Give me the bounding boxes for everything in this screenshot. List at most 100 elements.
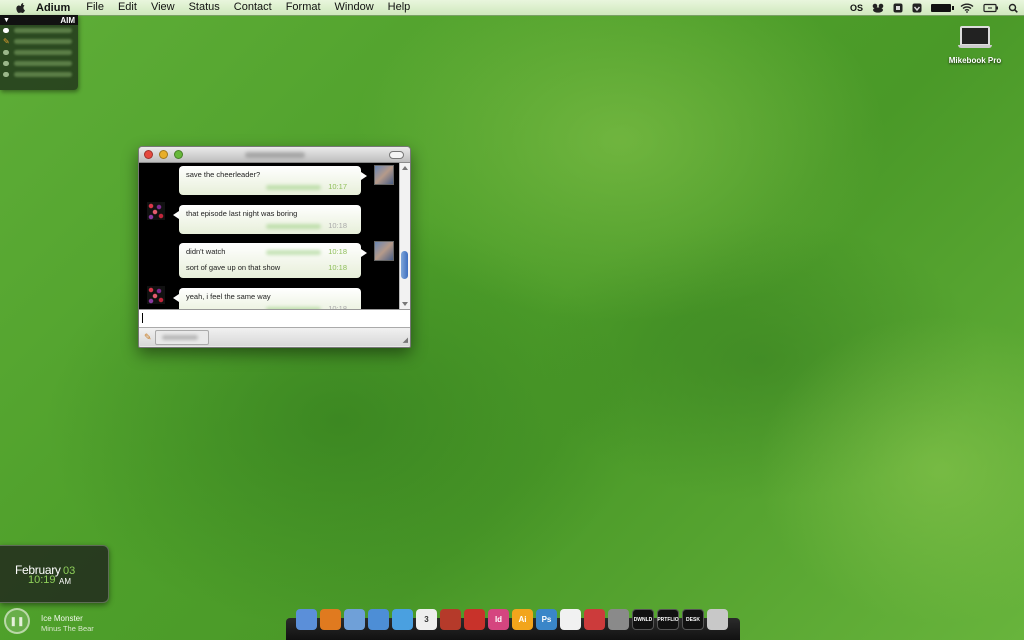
message-meta: 10:18 bbox=[179, 301, 361, 309]
contact-row[interactable]: ✎ bbox=[0, 36, 78, 47]
illustrator-icon[interactable]: Ai bbox=[512, 609, 533, 630]
scroll-up-arrow-icon[interactable] bbox=[402, 166, 408, 170]
itunes-icon[interactable] bbox=[368, 609, 389, 630]
menu-bar: Adium File Edit View Status Contact Form… bbox=[0, 0, 1024, 16]
toolbar-toggle-button[interactable] bbox=[389, 151, 404, 159]
menu-contact[interactable]: Contact bbox=[234, 0, 272, 15]
menu-view[interactable]: View bbox=[151, 0, 175, 15]
transcript-scrollbar[interactable] bbox=[399, 163, 410, 309]
tweetdeck-icon[interactable] bbox=[893, 3, 903, 13]
flash-icon[interactable] bbox=[464, 609, 485, 630]
os-icon[interactable]: OS bbox=[850, 3, 863, 13]
message-text: save the cheerleader? bbox=[186, 170, 261, 179]
message-text: yeah, i feel the same way bbox=[186, 292, 271, 301]
message-timestamp: 10:18 bbox=[328, 304, 347, 309]
acrobat-icon[interactable] bbox=[560, 609, 581, 630]
message-meta: 10:17 bbox=[179, 179, 361, 195]
shield-icon[interactable] bbox=[912, 3, 922, 13]
photo-icon[interactable] bbox=[440, 609, 461, 630]
resize-grip-icon[interactable]: ◢ bbox=[403, 336, 408, 344]
blurred-contact-name bbox=[14, 72, 72, 77]
contact-row[interactable] bbox=[0, 69, 78, 80]
chat-tab[interactable] bbox=[155, 330, 209, 345]
contact-row[interactable] bbox=[0, 25, 78, 36]
blurred-sender bbox=[266, 224, 321, 229]
scroll-thumb[interactable] bbox=[401, 251, 408, 279]
clock-widget: February 03 10:19 AM bbox=[0, 545, 109, 603]
menu-window[interactable]: Window bbox=[335, 0, 374, 15]
message-line: sort of gave up on that show 10:18 bbox=[179, 260, 361, 276]
disclosure-triangle-icon[interactable]: ▼ bbox=[3, 17, 10, 24]
message-line: didn't watch 10:18 bbox=[179, 244, 361, 260]
ichat-icon[interactable] bbox=[392, 609, 413, 630]
contact-row[interactable] bbox=[0, 58, 78, 69]
scroll-down-arrow-icon[interactable] bbox=[402, 302, 408, 306]
menu-app-name[interactable]: Adium bbox=[36, 2, 70, 14]
message-meta: 10:18 bbox=[179, 218, 361, 234]
spotlight-icon[interactable] bbox=[1008, 3, 1018, 13]
my-avatar bbox=[374, 241, 394, 261]
menu-edit[interactable]: Edit bbox=[118, 0, 137, 15]
menu-format[interactable]: Format bbox=[286, 0, 321, 15]
menu-status[interactable]: Status bbox=[189, 0, 220, 15]
message-timestamp: 10:18 bbox=[328, 221, 347, 230]
message-input[interactable] bbox=[139, 309, 410, 327]
ical-icon[interactable]: 3 bbox=[416, 609, 437, 630]
dock: 3 Id Ai Ps DWNLD PRTFLIO DESK bbox=[296, 609, 728, 631]
system-prefs-icon[interactable] bbox=[608, 609, 629, 630]
close-window-button[interactable] bbox=[144, 150, 153, 159]
text-caret bbox=[142, 313, 143, 323]
desktop-drive-item[interactable]: Mikebook Pro bbox=[944, 26, 1006, 65]
photoshop-icon[interactable]: Ps bbox=[536, 609, 557, 630]
battery-icon[interactable] bbox=[931, 3, 954, 12]
message-text: that episode last night was boring bbox=[186, 209, 298, 218]
clock-time: 10:19 bbox=[28, 574, 56, 586]
utility-icon[interactable] bbox=[584, 609, 605, 630]
idle-status-icon bbox=[3, 50, 9, 55]
laptop-icon bbox=[944, 26, 1006, 48]
portfolio-stack-icon[interactable]: PRTFLIO bbox=[657, 609, 679, 630]
trash-icon[interactable] bbox=[707, 609, 728, 630]
adium-icon[interactable] bbox=[872, 3, 884, 13]
typing-pencil-icon: ✎ bbox=[3, 37, 10, 46]
finder-icon[interactable] bbox=[296, 609, 317, 630]
display-icon[interactable] bbox=[983, 3, 999, 13]
message-bubble-incoming: that episode last night was boring 10:18 bbox=[173, 205, 361, 234]
blurred-contact-name bbox=[14, 50, 72, 55]
chat-window: save the cheerleader? 10:17 that episode… bbox=[138, 146, 411, 348]
contact-group-header[interactable]: ▼ AIM bbox=[0, 15, 78, 25]
mail-icon[interactable] bbox=[344, 609, 365, 630]
chat-tab-bar: ✎ ◢ bbox=[139, 327, 410, 346]
message-bubble-outgoing: save the cheerleader? 10:17 bbox=[179, 166, 367, 195]
downloads-stack-icon[interactable]: DWNLD bbox=[632, 609, 654, 630]
blurred-sender bbox=[266, 185, 321, 190]
apple-menu-icon[interactable] bbox=[14, 2, 28, 14]
indesign-icon[interactable]: Id bbox=[488, 609, 509, 630]
message-bubble-incoming: yeah, i feel the same way 10:18 bbox=[173, 288, 361, 309]
firefox-icon[interactable] bbox=[320, 609, 341, 630]
desktop-stack-icon[interactable]: DESK bbox=[682, 609, 704, 630]
my-avatar bbox=[374, 165, 394, 185]
message-text: sort of gave up on that show bbox=[186, 263, 281, 272]
now-playing-artist: Minus The Bear bbox=[41, 624, 94, 633]
available-status-icon bbox=[3, 28, 9, 33]
pencil-icon: ✎ bbox=[144, 332, 152, 342]
buddy-avatar bbox=[147, 202, 165, 220]
blurred-contact-name bbox=[13, 39, 72, 44]
contact-row[interactable] bbox=[0, 47, 78, 58]
blurred-sender bbox=[266, 250, 321, 255]
wifi-icon[interactable] bbox=[960, 3, 974, 13]
menu-help[interactable]: Help bbox=[388, 0, 411, 15]
blurred-window-title bbox=[245, 152, 305, 158]
message-transcript[interactable]: save the cheerleader? 10:17 that episode… bbox=[139, 163, 399, 309]
message-text: didn't watch bbox=[186, 247, 226, 256]
menu-file[interactable]: File bbox=[86, 0, 104, 15]
minimize-window-button[interactable] bbox=[159, 150, 168, 159]
desktop-drive-label: Mikebook Pro bbox=[948, 56, 1002, 65]
clock-ampm: AM bbox=[59, 577, 71, 586]
message-timestamp: 10:18 bbox=[328, 247, 347, 256]
pause-icon[interactable]: ❚❚ bbox=[4, 608, 30, 634]
zoom-window-button[interactable] bbox=[174, 150, 183, 159]
chat-titlebar[interactable] bbox=[139, 147, 410, 163]
message-timestamp: 10:17 bbox=[328, 182, 347, 191]
